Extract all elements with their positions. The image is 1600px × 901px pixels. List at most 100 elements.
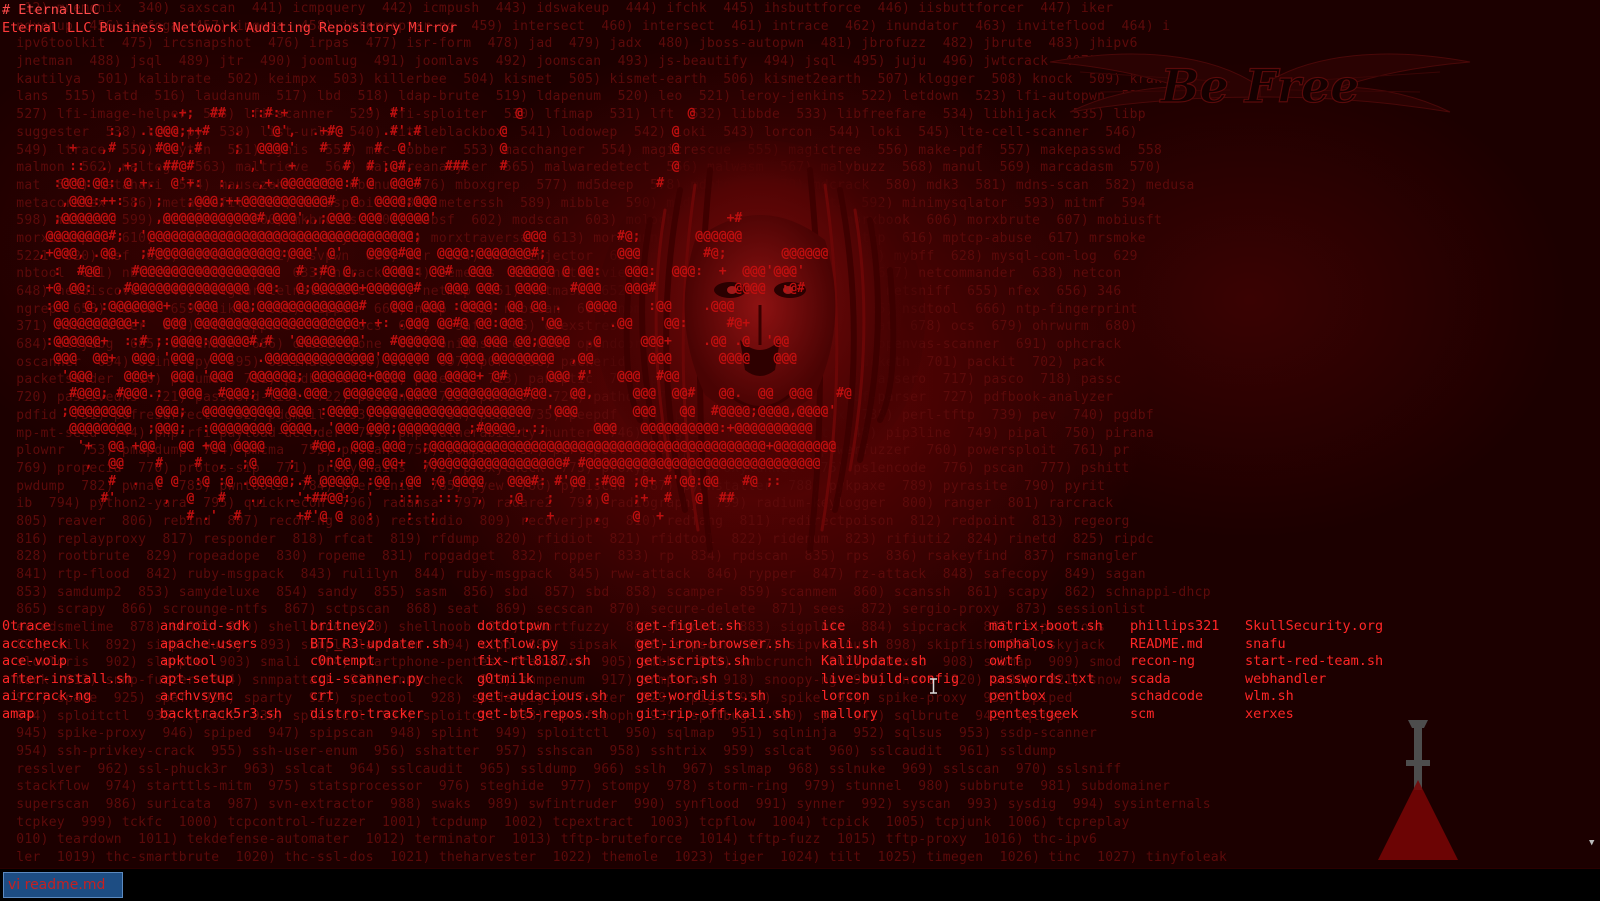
file-entry[interactable]: crt — [310, 688, 448, 706]
ascii-art-line: + ,# , #@@',# ; @@@@' # # # @' @ @ — [30, 141, 680, 156]
file-column: phillips321 README.md recon-ng scada schadco… — [1130, 618, 1219, 724]
file-entry[interactable]: apt-setup — [160, 671, 282, 689]
ascii-art-line: @@@@@@@@ ;@@@; :@@@@@@@@ @@@@, '@@@ @@@;… — [30, 421, 813, 436]
file-entry[interactable]: matrix-boot.sh — [989, 618, 1103, 636]
file-entry[interactable]: README.md — [1130, 636, 1219, 654]
file-entry[interactable]: 0trace — [2, 618, 132, 636]
taskbar: vi readme.md — [0, 868, 1600, 901]
file-entry[interactable]: start-red-team.sh — [1245, 653, 1383, 671]
file-column: ice kali.sh KaliUpdate.sh live-build-config… — [821, 618, 959, 724]
file-entry[interactable]: get-figlet.sh — [636, 618, 790, 636]
terminal-header: # EternalLLC Eternal LLC Business Netowo… — [2, 1, 457, 37]
file-entry[interactable]: git-rip-off-kali.sh — [636, 706, 790, 724]
file-entry[interactable]: ice — [821, 618, 959, 636]
ascii-art-line: @@@ @@+ @@@ '@@@ @@@ .@@@@@@@@@@@@@@'@@@… — [30, 351, 798, 366]
file-column: dotdotpwn extflow.py fix-rtl8187.sh g0tmi1k… — [477, 618, 607, 724]
ascii-art-line: # .' # +#'@ @ : : ; , + , @ + — [30, 508, 664, 524]
wallpaper-text-line: 853) samdump2 853) samydeluxe 854) sandy… — [0, 584, 1211, 600]
file-column: 0trace acccheck ace-voip after-install.sh ai… — [2, 618, 132, 724]
ascii-art-line: ;@@@@@@@ ,@@@@@@@@@@@@#,@@@',,;@@@ @@@ @… — [30, 211, 743, 226]
file-column: matrix-boot.sh omphalos owtf passwords.txt p… — [989, 618, 1103, 724]
sword-logo-icon — [1378, 720, 1458, 860]
file-entry[interactable]: extflow.py — [477, 636, 607, 654]
file-entry[interactable]: webhandler — [1245, 671, 1383, 689]
file-entry[interactable]: ace-voip — [2, 653, 132, 671]
desktop-wallpaper: 12) mnemonix 340) saxscan 441) icmpquery… — [0, 0, 1600, 868]
file-entry[interactable]: schadcode — [1130, 688, 1219, 706]
wallpaper-text-line: 865) scrapy 866) scrounge-ntfs 867) sctp… — [0, 602, 1146, 618]
terminal-banner-line: Eternal LLC Business Netowork Auditing R… — [2, 20, 458, 36]
file-entry[interactable]: get-bt5-repos.sh — [477, 706, 607, 724]
ascii-art-line: # . @ @ :@ :@ .@@@@@;.# @@@@@ :@@ ,@@ :@… — [30, 473, 782, 489]
file-entry[interactable]: get-wordlists.sh — [636, 688, 790, 706]
file-entry[interactable]: amap — [2, 706, 132, 724]
ascii-art-line: ,@@@:++: ; ; ;@@@;++@@@@@@@@@@@# @ @@@@;… — [30, 193, 437, 209]
ascii-art-line: ;@@@@@@@@ @@@; @@@@@@@@@@ @@@ :@@@@ @@@@… — [30, 403, 837, 419]
wallpaper-text-line: resslver 962) ssl-phuck3r 963) sslcat 96… — [0, 761, 1122, 777]
file-entry[interactable]: live-build-config — [821, 671, 959, 689]
file-entry[interactable]: xerxes — [1245, 706, 1383, 724]
file-entry[interactable]: SkullSecurity.org — [1245, 618, 1383, 636]
wallpaper-text-line: superscan 986) suricata 987) svn-extract… — [0, 796, 1211, 812]
file-entry[interactable]: distro-tracker — [310, 706, 448, 724]
ascii-art-line: @@@@@@@@@@+: @@@ @@@@@@@@@@@@@@@@@@@@@+ … — [30, 316, 751, 331]
ascii-art-line: +@ @@: ,#@@@@@@@@@@@@@@@ @@: @;@@@@@@+@@… — [30, 281, 805, 296]
text-cursor-icon — [930, 678, 937, 694]
ascii-art-line: :@@ @,:@@@@@@@+ :@@@ @@;@@@@@@@@@@@@@# @… — [30, 298, 735, 314]
file-entry[interactable]: mallory — [821, 706, 959, 724]
ascii-art-line: .+; ## ::#:+ ' #' @ @ — [30, 106, 696, 121]
file-entry[interactable]: backtrack5r3.sh — [160, 706, 282, 724]
ascii-art-line: :, .:@@@;++# . '@', .+#@ .#'.# @ @ — [30, 123, 680, 139]
file-entry[interactable]: cgi-scanner.py — [310, 671, 448, 689]
file-entry[interactable]: apktool — [160, 653, 282, 671]
file-entry[interactable]: pentestgeek — [989, 706, 1103, 724]
file-entry[interactable]: wlm.sh — [1245, 688, 1383, 706]
file-entry[interactable]: apache-users — [160, 636, 282, 654]
file-entry[interactable]: scada — [1130, 671, 1219, 689]
ascii-art-line: ,+@@@, .@@. ;#@@@@@@@@@@@@@@@@:@@@' @' @… — [30, 246, 829, 261]
file-entry[interactable]: snafu — [1245, 636, 1383, 654]
file-entry[interactable]: get-tor.sh — [636, 671, 790, 689]
file-entry[interactable]: lorcon — [821, 688, 959, 706]
file-entry[interactable]: acccheck — [2, 636, 132, 654]
be-free-banner-logo: Be Free — [1049, 53, 1471, 114]
file-entry[interactable]: BT5_R3-updater.sh — [310, 636, 448, 654]
file-column: britney2 BT5_R3-updater.sh c0ntempt cgi-sca… — [310, 618, 448, 724]
file-entry[interactable]: archvsync — [160, 688, 282, 706]
file-entry[interactable]: g0tmi1k — [477, 671, 607, 689]
file-entry[interactable]: after-install.sh — [2, 671, 132, 689]
file-entry[interactable]: recon-ng — [1130, 653, 1219, 671]
file-entry[interactable]: scm — [1130, 706, 1219, 724]
ascii-art-line: #@@@; #@@@.: @@@ #@@@; #@@@.@@@ @@@@@@@.… — [30, 386, 852, 401]
file-entry[interactable]: owtf — [989, 653, 1103, 671]
scroll-down-arrow-icon[interactable]: ▼ — [1589, 839, 1594, 848]
file-entry[interactable]: c0ntempt — [310, 653, 448, 671]
ascii-art-line: #' , @ # ., .'+##@@: ' ::; ::: , ;@ ; ; … — [30, 491, 735, 506]
file-entry[interactable]: phillips321 — [1130, 618, 1219, 636]
file-entry[interactable]: dotdotpwn — [477, 618, 607, 636]
file-entry[interactable]: omphalos — [989, 636, 1103, 654]
taskbar-window-button[interactable]: vi readme.md — [3, 872, 123, 898]
file-entry[interactable]: kali.sh — [821, 636, 959, 654]
ascii-art-line: : #@@ #@@@@@@@@@@@@@@@@@@ # :#@ @, @@@@:… — [30, 263, 805, 279]
prompt-symbol: # — [2, 2, 11, 18]
file-entry[interactable]: aircrack-ng — [2, 688, 132, 706]
ascii-art-line: :: . ,+; .##@# ,' + # # ;@#, ### # @ — [30, 158, 680, 174]
file-entry[interactable]: britney2 — [310, 618, 448, 636]
file-entry[interactable]: get-audacious.sh — [477, 688, 607, 706]
file-column: SkullSecurity.org snafu start-red-team.sh w… — [1245, 618, 1383, 724]
terminal-title: EternalLLC — [18, 2, 100, 18]
wallpaper-text-line: stackflow 974) starttls-mitm 975) statsp… — [0, 779, 1171, 795]
ascii-art-line: @@@@@@@@#; '@@@@@@@@@@@@@@@@@@@@@@@@@@@@… — [30, 228, 743, 244]
file-entry[interactable]: android-sdk — [160, 618, 282, 636]
file-entry[interactable]: get-iron-browser.sh — [636, 636, 790, 654]
file-entry[interactable]: passwords.txt — [989, 671, 1103, 689]
file-entry[interactable]: get-scripts.sh — [636, 653, 790, 671]
file-entry[interactable]: KaliUpdate.sh — [821, 653, 959, 671]
ascii-art-line: '+ @@ +@@ @@ +@@ @@@@ #@@, @@@ @@@ ;@@@@… — [30, 438, 837, 454]
ascii-art-overlay: .+; ## ::#:+ ' #' @ @ :, .:@@@;++# . '@'… — [30, 105, 1030, 525]
wallpaper-text-line: tcpkey 999) tckfc 1000) tcpcontrol-fuzze… — [0, 814, 1130, 830]
ascii-art-line: :@@@@@@+ ::# ;:@@@@:@@@@@#,# '@@@@@@@@' … — [30, 333, 790, 349]
file-entry[interactable]: pentbox — [989, 688, 1103, 706]
file-entry[interactable]: fix-rtl8187.sh — [477, 653, 607, 671]
